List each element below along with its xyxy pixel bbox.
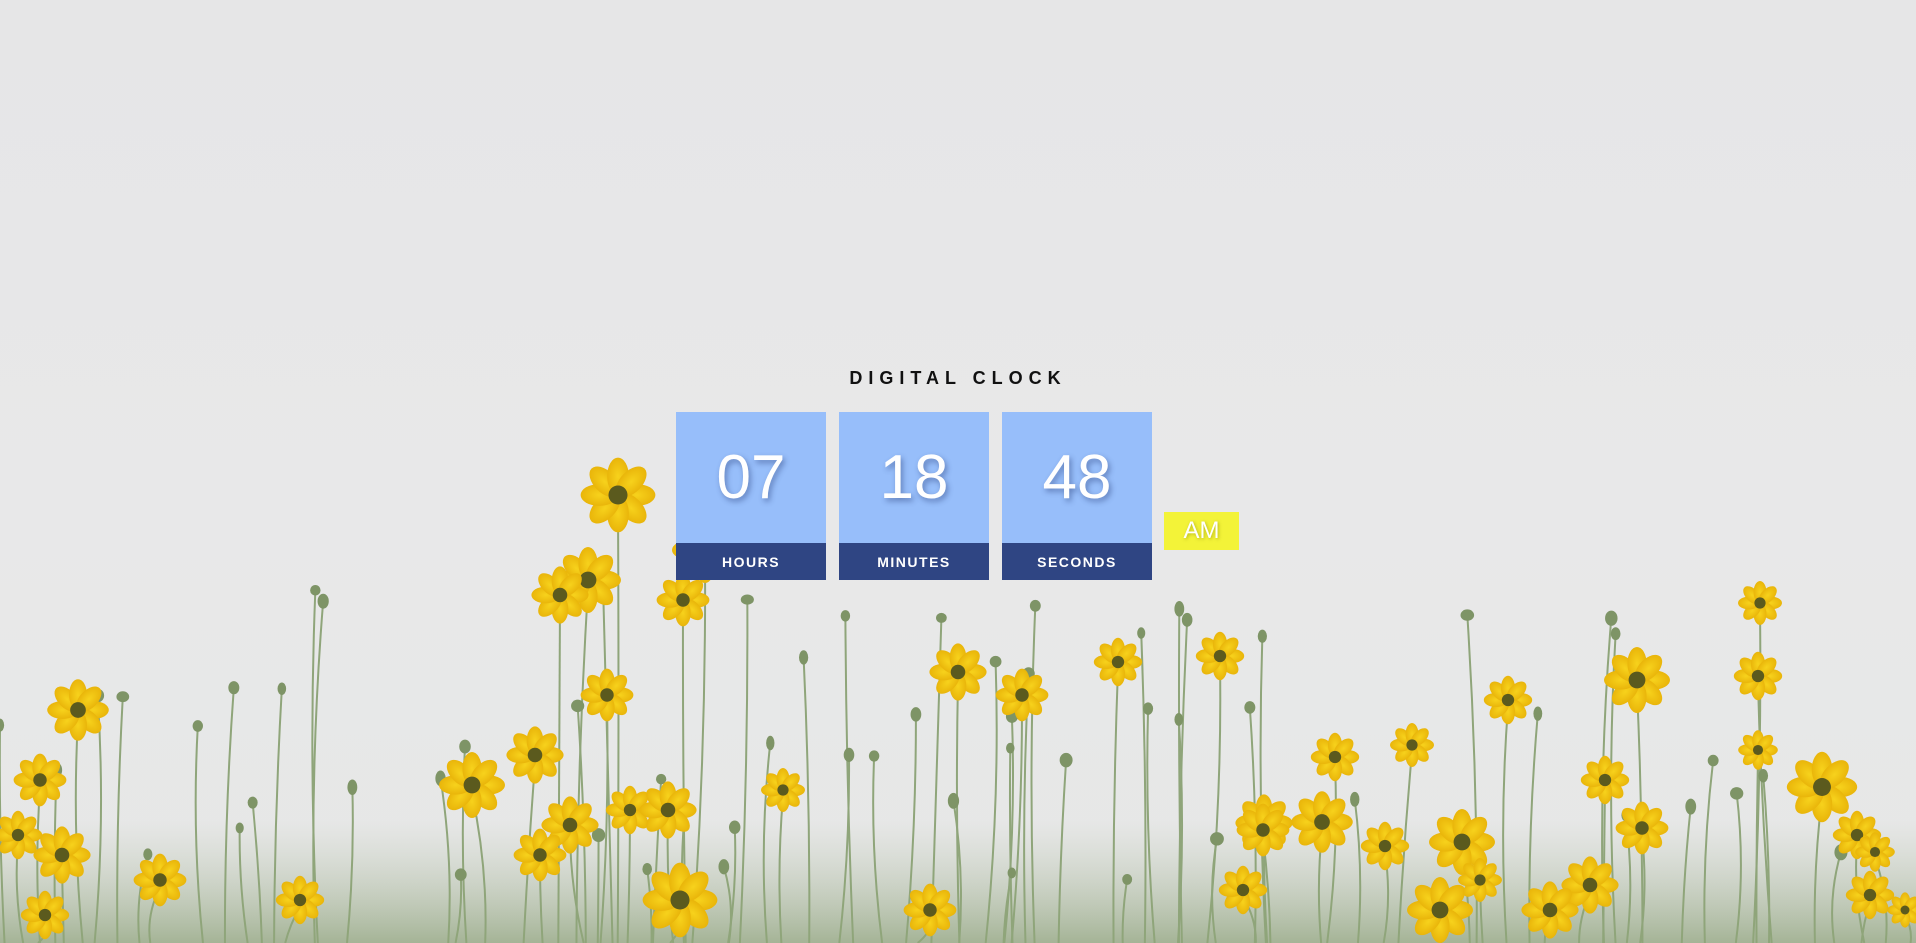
minutes-tile: 18 MINUTES: [839, 412, 989, 580]
minutes-value: 18: [839, 412, 989, 543]
hours-tile: 07 HOURS: [676, 412, 826, 580]
seconds-label: SECONDS: [1002, 543, 1152, 580]
minutes-label: MINUTES: [839, 543, 989, 580]
seconds-tile: 48 SECONDS: [1002, 412, 1152, 580]
page-title: DIGITAL CLOCK: [849, 368, 1067, 388]
hours-label: HOURS: [676, 543, 826, 580]
clock-display: 07 HOURS 18 MINUTES 48 SECONDS AM: [676, 412, 1239, 580]
hours-value: 07: [676, 412, 826, 543]
seconds-value: 48: [1002, 412, 1152, 543]
period-badge: AM: [1164, 512, 1239, 550]
